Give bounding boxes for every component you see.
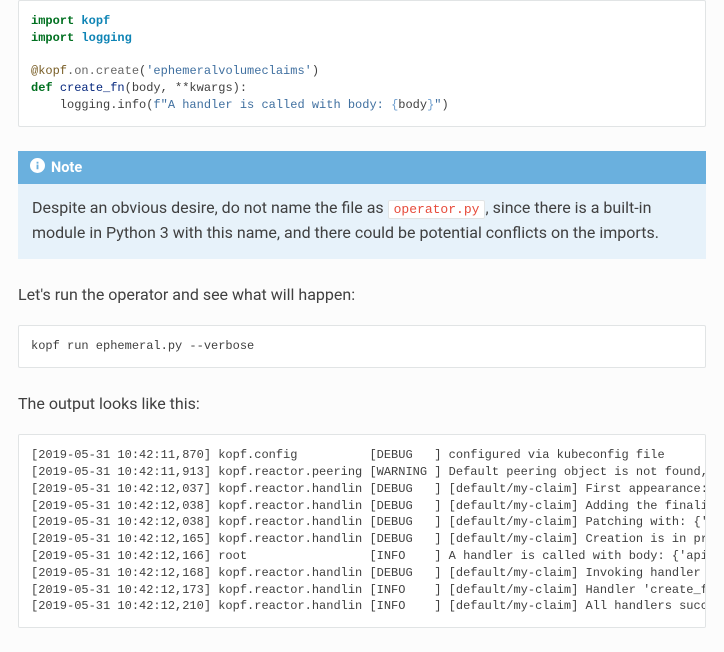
fn-name: create_fn bbox=[60, 81, 125, 95]
kw-def: def bbox=[31, 81, 53, 95]
decorator-arg: 'ephemeralvolumeclaims' bbox=[146, 64, 312, 78]
body-call: logging.info( bbox=[31, 98, 153, 112]
shell-command-block: kopf run ephemeral.py --verbose bbox=[18, 325, 706, 368]
literal-filename: operator.py bbox=[388, 200, 486, 219]
log-line: [2019-05-31 10:42:12,037] kopf.reactor.h… bbox=[31, 482, 706, 496]
info-icon bbox=[30, 158, 45, 177]
log-output-block: [2019-05-31 10:42:11,870] kopf.config [D… bbox=[18, 434, 706, 628]
log-line: [2019-05-31 10:42:12,165] kopf.reactor.h… bbox=[31, 532, 706, 546]
note-title-bar: Note bbox=[18, 151, 706, 184]
note-body-pre: Despite an obvious desire, do not name t… bbox=[32, 198, 388, 217]
log-line: [2019-05-31 10:42:11,870] kopf.config [D… bbox=[31, 448, 665, 462]
mod-logging: logging bbox=[81, 31, 131, 45]
python-code-block: import kopf import logging @kopf.on.crea… bbox=[18, 0, 706, 127]
call-end: ) bbox=[441, 98, 448, 112]
note-title-text: Note bbox=[51, 159, 82, 176]
note-admonition: Note Despite an obvious desire, do not n… bbox=[18, 151, 706, 260]
fstring-expr: body bbox=[398, 98, 427, 112]
log-line: [2019-05-31 10:42:12,038] kopf.reactor.h… bbox=[31, 499, 706, 513]
fn-sig: (body, **kwargs): bbox=[125, 81, 247, 95]
decorator-path: .on.create bbox=[67, 64, 139, 78]
paren-close: ) bbox=[312, 64, 319, 78]
paragraph-output: The output looks like this: bbox=[18, 392, 706, 416]
log-line: [2019-05-31 10:42:12,038] kopf.reactor.h… bbox=[31, 515, 706, 529]
kw-import: import bbox=[31, 14, 74, 28]
log-line: [2019-05-31 10:42:12,210] kopf.reactor.h… bbox=[31, 599, 706, 613]
mod-kopf: kopf bbox=[81, 14, 110, 28]
paragraph-run: Let's run the operator and see what will… bbox=[18, 283, 706, 307]
log-line: [2019-05-31 10:42:12,166] root [INFO ] A… bbox=[31, 549, 706, 563]
kw-import: import bbox=[31, 31, 74, 45]
decorator-at: @kopf bbox=[31, 64, 67, 78]
note-body: Despite an obvious desire, do not name t… bbox=[18, 184, 706, 260]
log-line: [2019-05-31 10:42:12,173] kopf.reactor.h… bbox=[31, 583, 706, 597]
log-line: [2019-05-31 10:42:12,168] kopf.reactor.h… bbox=[31, 566, 706, 580]
log-line: [2019-05-31 10:42:11,913] kopf.reactor.p… bbox=[31, 465, 706, 479]
fstring-pre: f"A handler is called with body: bbox=[153, 98, 391, 112]
